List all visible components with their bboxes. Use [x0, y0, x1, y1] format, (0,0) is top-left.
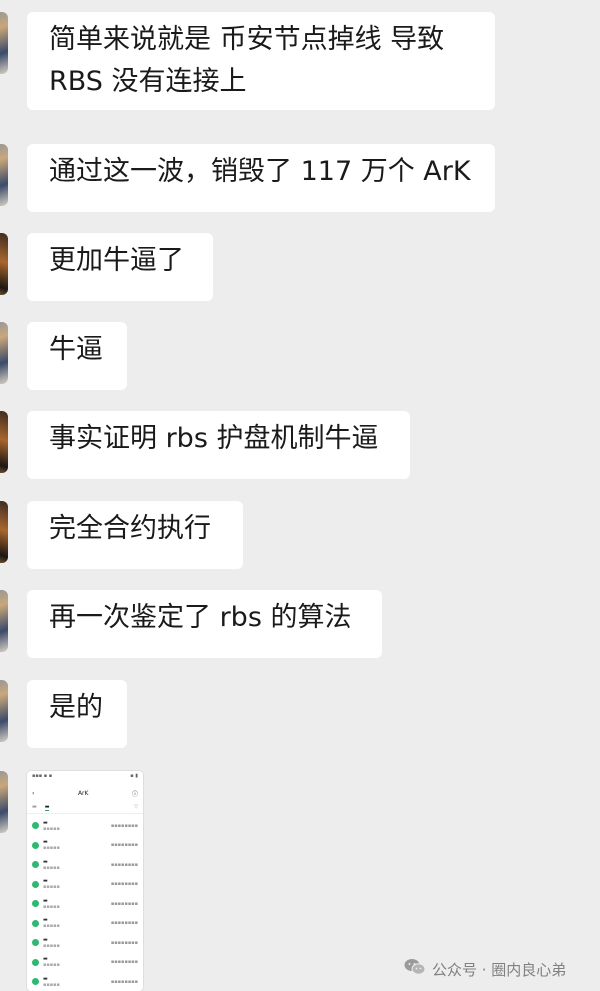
message-line: 是的 [49, 692, 103, 723]
status-dot-icon [32, 880, 39, 888]
list-item: ▬ ▪▪▪▪▪ ▪▪▪▪▪▪▪▪ [32, 875, 138, 895]
status-dot-icon [32, 939, 39, 947]
message-line: 事实证明 rbs 护盘机制牛逼 [49, 423, 379, 454]
avatar[interactable] [0, 233, 8, 295]
filter-icon: ▽ [134, 804, 138, 810]
list-item: ▬ ▪▪▪▪▪ ▪▪▪▪▪▪▪▪ [32, 855, 138, 875]
status-dot-icon [32, 900, 39, 908]
avatar[interactable] [0, 12, 8, 74]
thumb-tabs: ▬ ▬ ▽ [27, 801, 143, 814]
avatar[interactable] [0, 590, 8, 652]
message-line: 再一次鉴定了 rbs 的算法 [49, 602, 352, 633]
avatar[interactable] [0, 501, 8, 563]
avatar[interactable] [0, 322, 8, 384]
message-bubble[interactable]: 牛逼 [27, 322, 127, 390]
list-item: ▬ ▪▪▪▪▪ ▪▪▪▪▪▪▪▪ [32, 914, 138, 934]
avatar[interactable] [0, 144, 8, 206]
status-dot-icon [32, 822, 39, 830]
message-line: 更加牛逼了 [49, 245, 184, 276]
thumb-status-left: ▪▪▪ ▪ ▪ [32, 773, 53, 779]
message-bubble[interactable]: 简单来说就是 币安节点掉线 导致 RBS 没有连接上 [27, 12, 495, 110]
message-bubble[interactable]: 通过这一波，销毁了 117 万个 ArK [27, 144, 495, 212]
message-line: 完全合约执行 [49, 513, 211, 544]
message-bubble[interactable]: 再一次鉴定了 rbs 的算法 [27, 590, 382, 658]
watermark-text: 公众号 · 圈内良心弟 [432, 960, 567, 979]
status-dot-icon [32, 841, 39, 849]
thumb-status-right: ▪ ▮ [130, 773, 138, 779]
image-message-thumbnail[interactable]: ▪▪▪ ▪ ▪ ▪ ▮ ‹ ArK ⓘ ▬ ▬ ▽ ▬ ▪▪▪▪▪ ▪▪▪▪▪▪▪▪… [27, 771, 143, 991]
status-dot-icon [32, 919, 39, 927]
list-item: ▬ ▪▪▪▪▪ ▪▪▪▪▪▪▪▪ [32, 953, 138, 973]
message-bubble[interactable]: 完全合约执行 [27, 501, 243, 569]
back-arrow-icon: ‹ [32, 789, 35, 797]
avatar[interactable] [0, 411, 8, 473]
thumb-transaction-list: ▬ ▪▪▪▪▪ ▪▪▪▪▪▪▪▪ ▬ ▪▪▪▪▪ ▪▪▪▪▪▪▪▪ ▬ ▪▪▪▪▪ ▪▪▪▪… [27, 814, 143, 991]
message-bubble[interactable]: 事实证明 rbs 护盘机制牛逼 [27, 411, 410, 479]
thumb-navbar: ‹ ArK ⓘ [27, 785, 143, 801]
message-line: RBS 没有连接上 [49, 66, 247, 97]
status-dot-icon [32, 978, 39, 986]
thumb-title: ArK [77, 789, 89, 797]
status-dot-icon [32, 861, 39, 869]
list-item: ▬ ▪▪▪▪▪ ▪▪▪▪▪▪▪▪ [32, 933, 138, 953]
watermark: 公众号 · 圈内良心弟 [404, 958, 566, 980]
message-bubble[interactable]: 是的 [27, 680, 127, 748]
thumb-tab-active: ▬ [44, 803, 50, 811]
thumb-tab: ▬ [32, 804, 37, 810]
info-icon: ⓘ [131, 790, 138, 798]
message-line: 简单来说就是 币安节点掉线 导致 [49, 24, 445, 55]
status-dot-icon [32, 958, 39, 966]
message-bubble[interactable]: 更加牛逼了 [27, 233, 213, 301]
message-line: 通过这一波，销毁了 117 万个 ArK [49, 156, 471, 187]
list-item: ▬ ▪▪▪▪▪ ▪▪▪▪▪▪▪▪ [32, 972, 138, 991]
avatar[interactable] [0, 771, 8, 833]
list-item: ▬ ▪▪▪▪▪ ▪▪▪▪▪▪▪▪ [32, 836, 138, 856]
thumb-status-bar: ▪▪▪ ▪ ▪ ▪ ▮ [27, 771, 143, 785]
message-line: 牛逼 [49, 334, 103, 365]
avatar[interactable] [0, 680, 8, 742]
wechat-icon [404, 958, 426, 980]
list-item: ▬ ▪▪▪▪▪ ▪▪▪▪▪▪▪▪ [32, 894, 138, 914]
list-item: ▬ ▪▪▪▪▪ ▪▪▪▪▪▪▪▪ [32, 816, 138, 836]
